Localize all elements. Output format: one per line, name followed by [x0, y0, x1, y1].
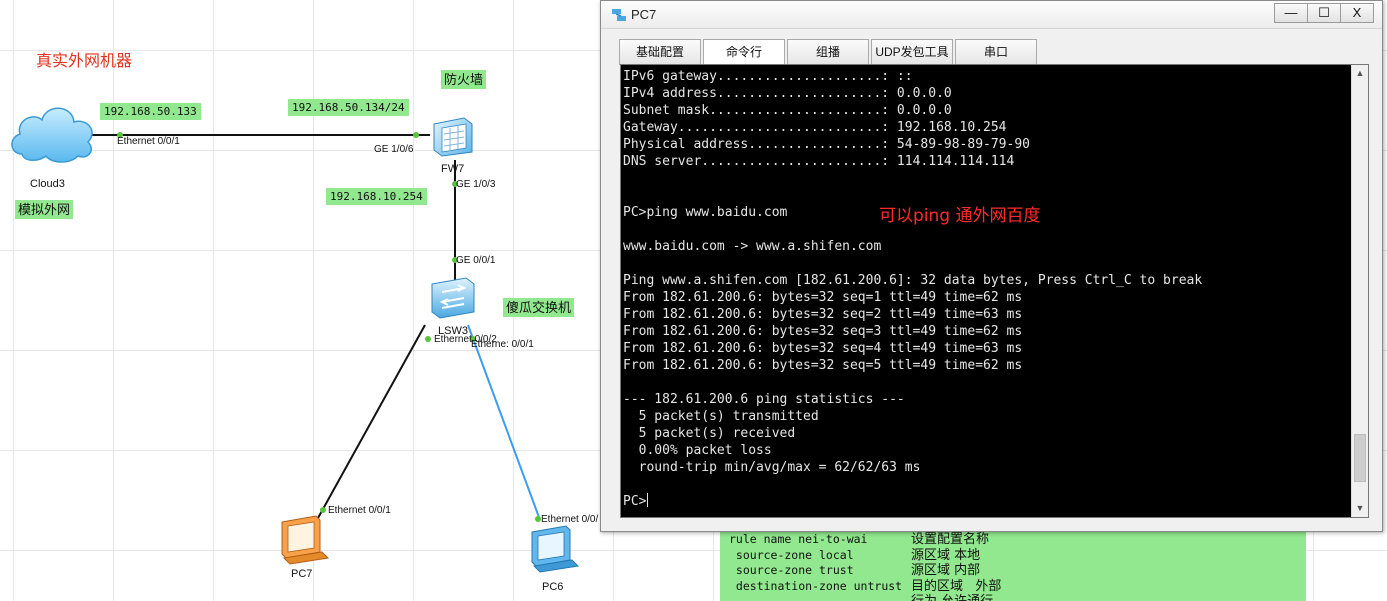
port-label: Ethernet 0/0/1	[117, 136, 180, 147]
window-titlebar[interactable]: PC7 — ☐ X	[601, 1, 1382, 29]
config-comment: 源区域 内部	[911, 563, 981, 578]
config-row: destination-zone untrust 目的区域 外部	[729, 579, 1306, 595]
terminal-line: Gateway..........................: 192.1…	[623, 120, 1007, 135]
tab-serial[interactable]: 串口	[955, 39, 1037, 65]
config-comment: 源区域 本地	[911, 547, 981, 563]
port-label: GE 0/0/1	[456, 255, 496, 266]
link-switch-pc6	[467, 324, 541, 521]
port-dot	[425, 336, 431, 342]
config-comment: 目的区域 外部	[911, 578, 1002, 594]
pc6-label: PC6	[542, 581, 564, 593]
close-button[interactable]: X	[1340, 3, 1374, 23]
ping-annotation: 可以ping 通外网百度	[879, 206, 1041, 226]
switch-icon	[431, 277, 475, 319]
command-terminal[interactable]: IPv6 gateway.....................: :: IPv…	[620, 64, 1369, 518]
terminal-line: 0.00% packet loss	[623, 443, 772, 458]
terminal-line: IPv4 address.....................: 0.0.0…	[623, 86, 952, 101]
app-icon	[612, 9, 626, 21]
config-command: source-zone trust	[729, 563, 854, 577]
text-cursor	[647, 493, 649, 507]
terminal-output: IPv6 gateway.....................: :: IPv…	[623, 68, 1348, 510]
terminal-scrollbar[interactable]: ▲ ▼	[1351, 65, 1368, 517]
config-row: source-zone local 源区域 本地	[729, 548, 1306, 564]
port-dot	[413, 132, 419, 138]
terminal-line: DNS server.......................: 114.1…	[623, 154, 1015, 169]
tab-multicast[interactable]: 组播	[787, 39, 869, 65]
terminal-line: From 182.61.200.6: bytes=32 seq=4 ttl=49…	[623, 341, 1023, 356]
ip-tag-fw-outside: 192.168.50.134/24	[288, 99, 409, 116]
config-command: rule name nei-to-wai	[729, 532, 868, 546]
pc6-device[interactable]	[526, 524, 580, 576]
window-title: PC7	[631, 7, 657, 22]
terminal-line: From 182.61.200.6: bytes=32 seq=3 ttl=49…	[623, 324, 1023, 339]
config-note: rule name nei-to-wai 设置配置名称 source-zone l…	[720, 528, 1306, 601]
firewall-annotation: 防火墙	[441, 70, 487, 89]
cloud-label: Cloud3	[30, 178, 65, 190]
switch-annotation: 傻瓜交换机	[503, 298, 575, 317]
switch-device[interactable]	[428, 276, 478, 320]
config-command: source-zone local	[729, 547, 854, 562]
firewall-label: FW7	[441, 163, 465, 175]
firewall-icon	[433, 117, 473, 157]
port-label: Etherne: 0/0/1	[471, 339, 534, 350]
terminal-line: IPv6 gateway.....................: ::	[623, 69, 913, 84]
terminal-line: From 182.61.200.6: bytes=32 seq=1 ttl=49…	[623, 290, 1023, 305]
pc7-label: PC7	[291, 568, 313, 580]
scroll-down-icon[interactable]: ▼	[1352, 500, 1368, 517]
terminal-line: round-trip min/avg/max = 62/62/63 ms	[623, 460, 921, 475]
terminal-line: --- 182.61.200.6 ping statistics ---	[623, 392, 905, 407]
scroll-up-icon[interactable]: ▲	[1352, 65, 1368, 82]
real-external-title: 真实外网机器	[36, 53, 133, 70]
config-row: 行为 允许通行	[729, 594, 1306, 601]
cloud-device[interactable]	[8, 98, 96, 168]
port-dot	[320, 507, 326, 513]
terminal-line: PC>	[623, 493, 649, 509]
pc-icon	[281, 515, 330, 565]
firewall-device[interactable]	[430, 114, 476, 158]
cloud-icon	[11, 107, 93, 163]
port-label: GE 1/0/3	[456, 179, 496, 190]
terminal-line: 5 packet(s) received	[623, 426, 796, 441]
config-comment: 行为 允许通行	[911, 594, 993, 601]
tab-udp-tool[interactable]: UDP发包工具	[871, 39, 953, 65]
pc-icon	[531, 525, 580, 573]
terminal-line: From 182.61.200.6: bytes=32 seq=5 ttl=49…	[623, 358, 1023, 373]
pc7-window: PC7 — ☐ X 基础配置 命令行 组播 UDP发包工具 串口 IPv6 ga…	[600, 0, 1383, 532]
config-row: rule name nei-to-wai 设置配置名称	[729, 532, 1306, 548]
terminal-line: Subnet mask......................: 0.0.0…	[623, 103, 952, 118]
terminal-line: www.baidu.com -> www.a.shifen.com	[623, 239, 882, 254]
maximize-button[interactable]: ☐	[1307, 3, 1341, 23]
pc7-device[interactable]	[276, 514, 330, 568]
minimize-button[interactable]: —	[1274, 3, 1308, 23]
simulated-external-annotation: 模拟外网	[15, 200, 74, 219]
config-comment: 设置配置名称	[911, 532, 990, 547]
ip-tag-cloud: 192.168.50.133	[100, 103, 201, 120]
config-row: source-zone trust 源区域 内部	[729, 563, 1306, 579]
terminal-line: Ping www.a.shifen.com [182.61.200.6]: 32…	[623, 273, 1203, 288]
terminal-line: From 182.61.200.6: bytes=32 seq=2 ttl=49…	[623, 307, 1023, 322]
port-label: Ethernet 0/0/	[541, 514, 599, 525]
tab-command-line[interactable]: 命令行	[703, 39, 785, 65]
config-command	[729, 594, 911, 601]
port-label: GE 1/0/6	[374, 144, 414, 155]
link-switch-pc7	[317, 324, 426, 519]
terminal-line: 5 packet(s) transmitted	[623, 409, 819, 424]
config-command: destination-zone untrust	[729, 578, 903, 593]
scroll-thumb[interactable]	[1354, 433, 1366, 482]
tab-basic-config[interactable]: 基础配置	[619, 39, 701, 65]
terminal-line: Physical address.................: 54-89…	[623, 137, 1030, 152]
ip-tag-fw-inside: 192.168.10.254	[326, 188, 427, 205]
port-label: Ethernet 0/0/1	[328, 505, 391, 516]
